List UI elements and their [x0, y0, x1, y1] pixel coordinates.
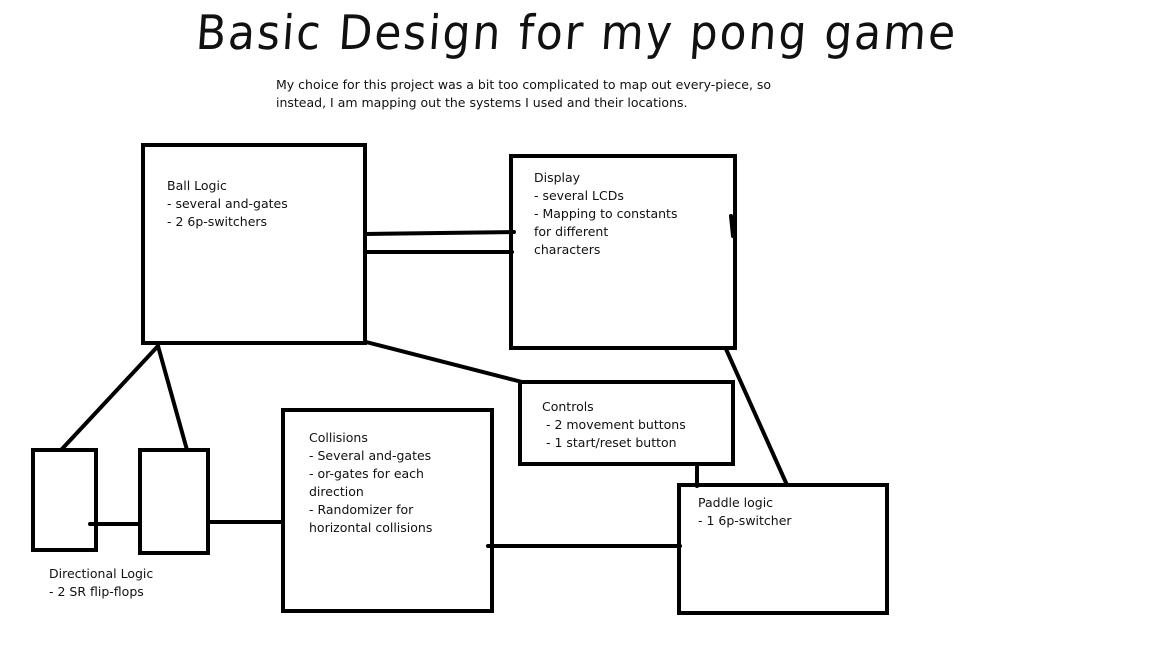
- paddle-logic-title: Paddle logic: [698, 495, 774, 510]
- connector-ball-display-top: [364, 230, 516, 236]
- display-line: - Mapping to constants: [534, 206, 678, 221]
- connector-ball-flipflop-right: [156, 344, 189, 452]
- display-title: Display: [534, 170, 581, 185]
- directional-logic-label: Directional Logic - 2 SR flip-flops: [49, 565, 153, 601]
- collisions-line: - or-gates for each: [309, 466, 424, 481]
- display-line: characters: [534, 242, 601, 257]
- controls-line: - 2 movement buttons: [542, 417, 686, 432]
- collisions-line: horizontal collisions: [309, 520, 433, 535]
- display-line: - several LCDs: [534, 188, 624, 203]
- directional-logic-line: - 2 SR flip-flops: [49, 584, 144, 599]
- flipflop-box-left: [31, 448, 98, 552]
- collisions-title: Collisions: [309, 430, 368, 445]
- collisions-line: - Several and-gates: [309, 448, 432, 463]
- ball-logic-box: [141, 143, 367, 345]
- page-subtitle: My choice for this project was a bit too…: [276, 77, 772, 110]
- ball-logic-line: - several and-gates: [167, 196, 288, 211]
- ball-logic-line: - 2 6p-switchers: [167, 214, 268, 229]
- ball-logic-title: Ball Logic: [167, 178, 227, 193]
- controls-line: - 1 start/reset button: [542, 435, 677, 450]
- connector-display-paddle: [724, 347, 789, 487]
- display-line: for different: [534, 224, 609, 239]
- collisions-line: direction: [309, 484, 364, 499]
- directional-logic-title: Directional Logic: [49, 566, 154, 581]
- collisions-label: Collisions - Several and-gates - or-gates …: [309, 429, 432, 537]
- controls-label: Controls - 2 movement buttons - 1 start/…: [542, 398, 686, 452]
- flipflop-box-right: [138, 448, 210, 555]
- display-label: Display - several LCDs - Mapping to consta…: [534, 169, 677, 259]
- paddle-logic-line: - 1 6p-switcher: [698, 513, 792, 528]
- connector-ball-flipflop-left: [60, 344, 160, 451]
- paddle-logic-label: Paddle logic - 1 6p-switcher: [698, 494, 792, 530]
- controls-title: Controls: [542, 399, 594, 414]
- ball-logic-label: Ball Logic - several and-gates - 2 6p-swit…: [167, 177, 288, 231]
- connector-ball-controls: [364, 340, 524, 384]
- page-title: Basic Design for my pong game: [194, 6, 960, 62]
- collisions-line: - Randomizer for: [309, 502, 414, 517]
